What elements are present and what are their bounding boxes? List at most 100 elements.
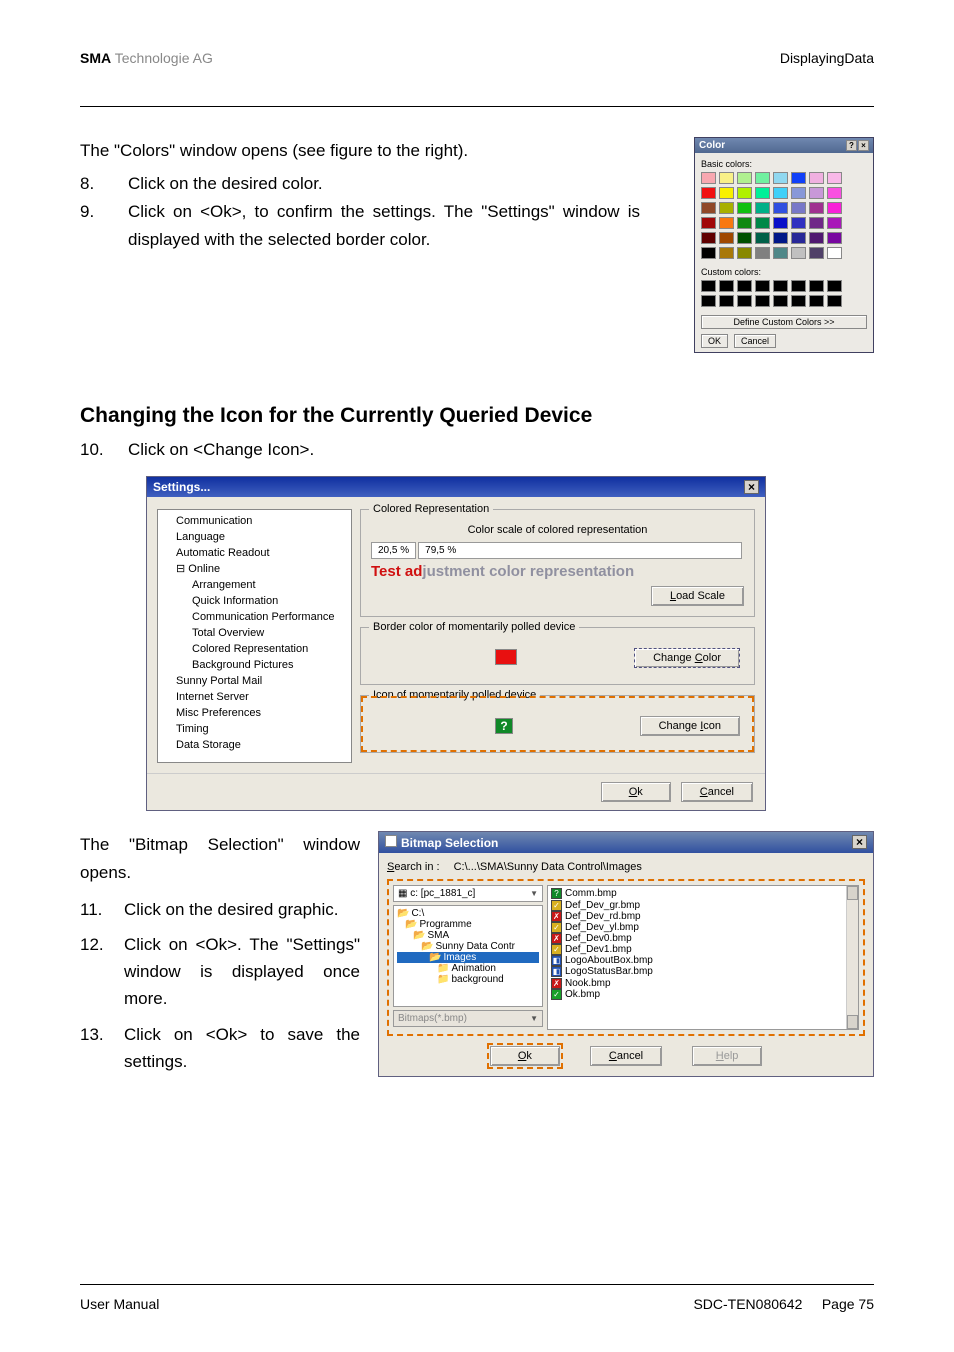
close-icon[interactable]: × <box>852 835 867 849</box>
settings-tree[interactable]: Communication Language Automatic Readout… <box>157 509 352 763</box>
color-swatch[interactable] <box>737 247 752 259</box>
step-9: 9.Click on <Ok>, to confirm the settings… <box>80 198 640 254</box>
color-swatch[interactable] <box>773 172 788 184</box>
close-icon[interactable]: × <box>858 140 869 151</box>
file-item[interactable]: ✓Def_Dev1.bmp <box>551 944 855 955</box>
color-swatch[interactable] <box>737 187 752 199</box>
load-scale-button[interactable]: Load Scale <box>651 586 744 606</box>
color-swatch[interactable] <box>809 202 824 214</box>
color-swatch[interactable] <box>755 202 770 214</box>
color-swatch[interactable] <box>827 202 842 214</box>
color-swatch[interactable] <box>737 217 752 229</box>
change-icon-button[interactable]: Change Icon <box>640 716 740 736</box>
color-swatch[interactable] <box>773 232 788 244</box>
change-color-button[interactable]: Change Color <box>634 648 740 668</box>
color-swatch[interactable] <box>809 232 824 244</box>
company-name: SMA Technologie AG <box>80 50 213 66</box>
color-swatch[interactable] <box>827 247 842 259</box>
scrollbar[interactable] <box>846 886 858 1029</box>
color-swatch[interactable] <box>755 247 770 259</box>
file-item[interactable]: ◧LogoStatusBar.bmp <box>551 966 855 977</box>
bmp-help-button[interactable]: Help <box>692 1046 762 1066</box>
color-swatch[interactable] <box>809 172 824 184</box>
bmp-title: Bitmap Selection <box>401 836 498 850</box>
color-swatch[interactable] <box>719 232 734 244</box>
color-swatch[interactable] <box>701 217 716 229</box>
color-swatch[interactable] <box>809 217 824 229</box>
color-swatch[interactable] <box>737 172 752 184</box>
file-list[interactable]: ?Comm.bmp✓Def_Dev_gr.bmp✗Def_Dev_rd.bmp✓… <box>547 885 859 1030</box>
filter-combo[interactable]: Bitmaps(*.bmp) <box>393 1010 543 1027</box>
pct-low[interactable]: 20,5 % <box>371 542 416 559</box>
titlebar-buttons: ?× <box>845 140 869 151</box>
color-swatch[interactable] <box>827 172 842 184</box>
custom-color-grid[interactable] <box>701 280 867 307</box>
file-item[interactable]: ✓Ok.bmp <box>551 989 855 1000</box>
device-icon-preview: ? <box>495 718 513 734</box>
group-border-color: Border color of momentarily polled devic… <box>360 627 755 685</box>
color-swatch[interactable] <box>827 187 842 199</box>
color-swatch[interactable] <box>719 217 734 229</box>
color-swatch[interactable] <box>755 172 770 184</box>
color-swatch[interactable] <box>701 247 716 259</box>
company-bold: SMA <box>80 50 111 66</box>
settings-ok-button[interactable]: Ok <box>601 782 671 802</box>
group-colored-representation: Colored Representation Color scale of co… <box>360 509 755 617</box>
color-swatch[interactable] <box>719 187 734 199</box>
color-swatch[interactable] <box>701 172 716 184</box>
color-swatch[interactable] <box>773 247 788 259</box>
color-swatch[interactable] <box>791 202 806 214</box>
color-swatch[interactable] <box>773 187 788 199</box>
color-swatch[interactable] <box>791 247 806 259</box>
file-item[interactable]: ✗Nook.bmp <box>551 978 855 989</box>
basic-colors-label: Basic colors: <box>701 159 867 169</box>
color-swatch[interactable] <box>791 232 806 244</box>
color-swatch[interactable] <box>719 202 734 214</box>
color-swatch[interactable] <box>719 172 734 184</box>
basic-color-grid[interactable] <box>701 172 867 259</box>
color-swatch[interactable] <box>809 247 824 259</box>
color-swatch[interactable] <box>755 217 770 229</box>
step-12: 12.Click on <Ok>. The "Settings" window … <box>80 931 360 1013</box>
bmp-ok-button[interactable]: Ok <box>490 1046 560 1066</box>
pct-high[interactable]: 79,5 % <box>418 542 742 559</box>
group-icon: Icon of momentarily polled device ? Chan… <box>360 695 755 753</box>
color-swatch[interactable] <box>791 187 806 199</box>
color-swatch[interactable] <box>719 247 734 259</box>
drive-combo[interactable]: ▦ c: [pc_1881_c] <box>393 885 543 902</box>
color-dialog: Color ?× Basic colors: Custom colors: De… <box>694 137 874 353</box>
search-in-row: Search in :C:\...\SMA\Sunny Data Control… <box>387 861 865 873</box>
file-item[interactable]: ✓Def_Dev_gr.bmp <box>551 900 855 911</box>
border-color-swatch <box>495 649 517 665</box>
color-swatch[interactable] <box>737 202 752 214</box>
color-swatch[interactable] <box>755 232 770 244</box>
settings-cancel-button[interactable]: Cancel <box>681 782 753 802</box>
color-swatch[interactable] <box>809 187 824 199</box>
bmp-cancel-button[interactable]: Cancel <box>590 1046 662 1066</box>
color-swatch[interactable] <box>773 217 788 229</box>
settings-window: Settings... × Communication Language Aut… <box>146 476 766 811</box>
color-swatch[interactable] <box>701 232 716 244</box>
step-8: 8.Click on the desired color. <box>80 170 640 198</box>
define-colors-button[interactable]: Define Custom Colors >> <box>701 315 867 329</box>
color-swatch[interactable] <box>827 217 842 229</box>
color-swatch[interactable] <box>755 187 770 199</box>
file-item[interactable]: ?Comm.bmp <box>551 888 855 899</box>
file-item[interactable]: ✗Def_Dev0.bmp <box>551 933 855 944</box>
file-item[interactable]: ✗Def_Dev_rd.bmp <box>551 911 855 922</box>
file-item[interactable]: ✓Def_Dev_yl.bmp <box>551 922 855 933</box>
file-item[interactable]: ◧LogoAboutBox.bmp <box>551 955 855 966</box>
color-swatch[interactable] <box>827 232 842 244</box>
color-cancel-button[interactable]: Cancel <box>734 334 776 348</box>
color-ok-button[interactable]: OK <box>701 334 728 348</box>
color-swatch[interactable] <box>773 202 788 214</box>
test-adjustment-text: Test adjustment color representation <box>371 563 744 580</box>
color-swatch[interactable] <box>701 187 716 199</box>
color-swatch[interactable] <box>791 217 806 229</box>
color-swatch[interactable] <box>737 232 752 244</box>
directory-list[interactable]: 📂C:\ 📂Programme 📂SMA 📂Sunny Data Contr 📂… <box>393 905 543 1007</box>
close-icon[interactable]: × <box>744 480 759 494</box>
color-swatch[interactable] <box>791 172 806 184</box>
help-icon[interactable]: ? <box>846 140 857 151</box>
color-swatch[interactable] <box>701 202 716 214</box>
